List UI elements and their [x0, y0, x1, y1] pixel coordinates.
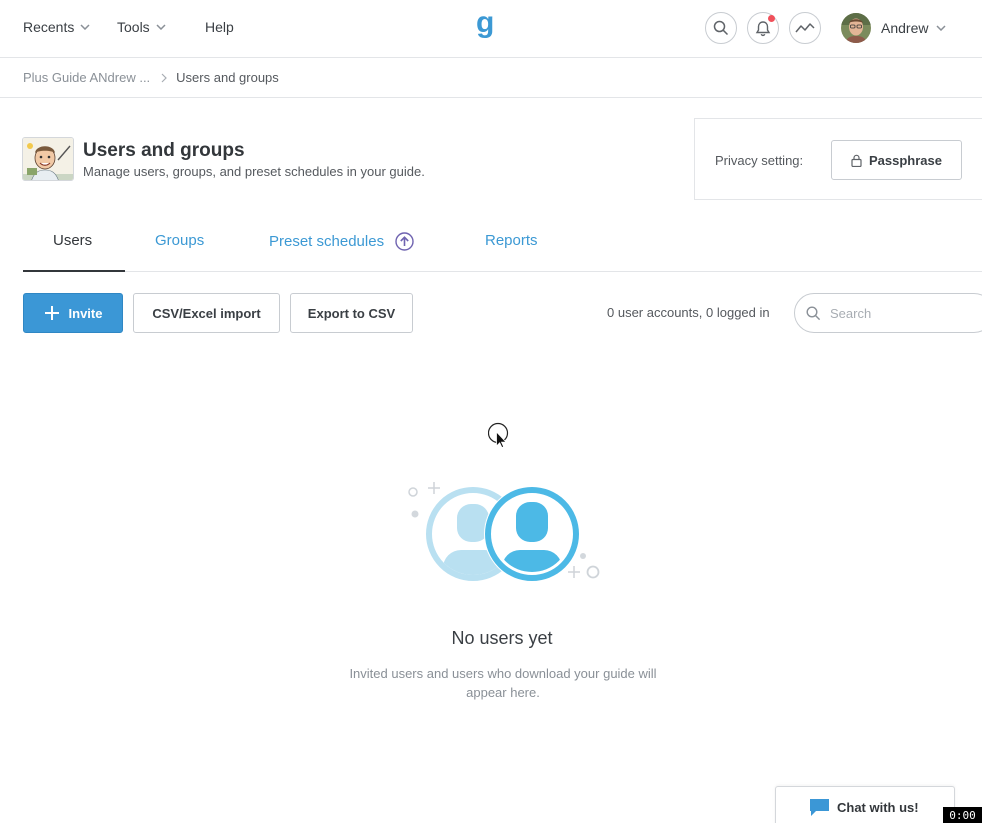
export-csv-button[interactable]: Export to CSV: [290, 293, 413, 333]
breadcrumb-current: Users and groups: [176, 70, 279, 85]
chat-label: Chat with us!: [837, 800, 919, 815]
privacy-setting-panel: Privacy setting: Passphrase: [694, 118, 982, 200]
svg-text:g: g: [476, 10, 494, 39]
active-tab-indicator: [23, 270, 125, 272]
privacy-setting-label: Privacy setting:: [715, 153, 804, 168]
chevron-down-icon: [80, 24, 90, 30]
chevron-down-icon: [936, 25, 946, 31]
help-label: Help: [205, 19, 234, 35]
search-input[interactable]: [830, 305, 970, 321]
tab-groups-label: Groups: [155, 232, 205, 249]
guide-thumbnail: [22, 137, 74, 181]
tools-label: Tools: [117, 19, 150, 35]
empty-users-illustration-icon: [403, 478, 603, 593]
app-logo[interactable]: g: [475, 6, 503, 47]
search-icon: [713, 20, 729, 36]
invite-label: Invite: [68, 305, 103, 321]
chevron-right-icon: [161, 73, 168, 83]
tab-reports-label: Reports: [485, 232, 538, 249]
csv-import-button[interactable]: CSV/Excel import: [133, 293, 280, 333]
lock-icon: [851, 154, 862, 167]
tab-users-label: Users: [53, 232, 93, 249]
search-button[interactable]: [705, 12, 737, 44]
bell-icon: [755, 20, 771, 36]
passphrase-button[interactable]: Passphrase: [831, 140, 962, 180]
breadcrumb: Plus Guide ANdrew ... Users and groups: [0, 58, 982, 98]
recording-timer: 0:00: [943, 807, 982, 823]
page-title: Users and groups: [83, 140, 245, 161]
tab-users[interactable]: Users: [53, 232, 92, 249]
plus-icon: [44, 306, 59, 320]
passphrase-label: Passphrase: [869, 152, 942, 168]
csv-import-label: CSV/Excel import: [152, 305, 261, 321]
tab-bar: Users Groups Preset schedules Reports: [23, 220, 982, 272]
mouse-cursor-icon: [487, 422, 510, 455]
tab-groups[interactable]: Groups: [155, 232, 204, 249]
recents-label: Recents: [23, 19, 75, 35]
tab-reports[interactable]: Reports: [485, 232, 538, 249]
invite-button[interactable]: Invite: [23, 293, 123, 333]
upgrade-arrow-icon: [395, 232, 414, 251]
search-icon: [806, 305, 821, 320]
tools-menu[interactable]: Tools: [117, 19, 166, 35]
chat-button[interactable]: Chat with us!: [775, 786, 955, 823]
user-name: Andrew: [881, 20, 929, 36]
activity-icon: [795, 23, 815, 33]
export-csv-label: Export to CSV: [307, 305, 396, 321]
activity-button[interactable]: [789, 12, 821, 44]
tab-preset-schedules[interactable]: Preset schedules: [269, 232, 414, 251]
chat-bubble-icon: [810, 799, 829, 816]
help-link[interactable]: Help: [205, 19, 234, 35]
empty-state-title: No users yet: [451, 628, 553, 648]
breadcrumb-guide-link[interactable]: Plus Guide ANdrew ...: [23, 70, 150, 85]
user-menu[interactable]: Andrew: [841, 13, 946, 43]
notifications-button[interactable]: [747, 12, 779, 44]
avatar: [841, 13, 871, 43]
tab-preset-schedules-label: Preset schedules: [269, 233, 385, 250]
logo-icon: g: [476, 6, 494, 39]
user-search[interactable]: [794, 293, 982, 333]
chevron-down-icon: [156, 24, 166, 30]
empty-state-description: Invited users and users who download you…: [349, 666, 657, 700]
recents-menu[interactable]: Recents: [23, 19, 90, 35]
page-subtitle: Manage users, groups, and preset schedul…: [83, 164, 425, 179]
user-count-status: 0 user accounts, 0 logged in: [607, 305, 770, 320]
notification-badge: [768, 15, 775, 22]
top-nav: Recents Tools Help g Andrew: [0, 0, 982, 58]
